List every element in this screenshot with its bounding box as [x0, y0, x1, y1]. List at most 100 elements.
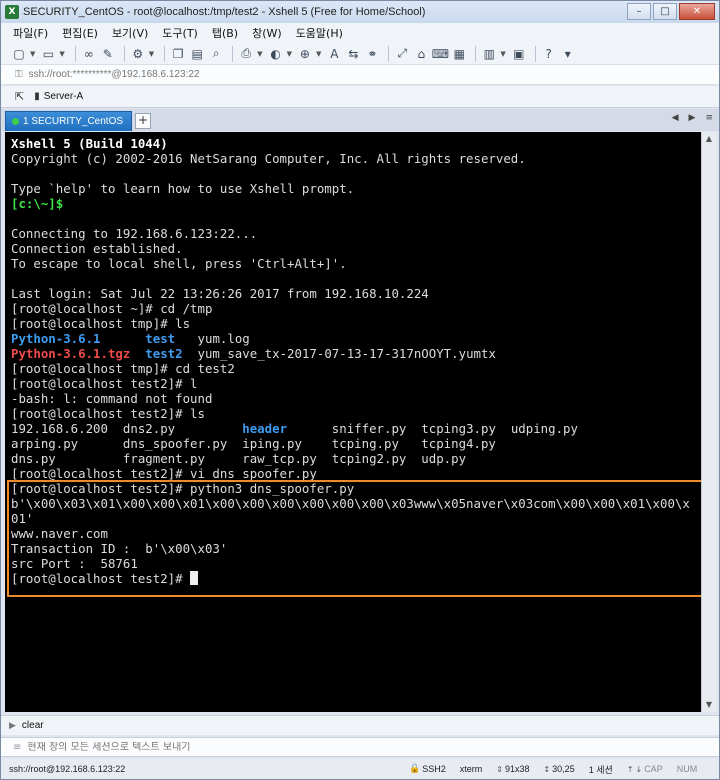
sessions-icon[interactable]: ⇱ — [15, 90, 24, 103]
tab-prev-icon[interactable]: ◀ — [672, 113, 679, 123]
xftp-icon[interactable]: ⚭ — [364, 46, 380, 62]
compose-icon[interactable]: ▦ — [451, 46, 467, 62]
terminal-line: [root@localhost test2]# ls — [11, 406, 701, 421]
terminal-scrollbar[interactable]: ▲ ▼ — [701, 132, 716, 712]
menu-edit[interactable]: 편집(E) — [62, 25, 98, 41]
paste-icon[interactable]: ▤ — [189, 46, 205, 62]
terminal-line: [c:\~]$ — [11, 196, 701, 211]
key-icon: ⚿ — [15, 69, 23, 80]
toolbar-divider — [534, 45, 536, 62]
tab-menu-icon[interactable]: ≡ — [705, 113, 713, 123]
terminal-text: Transaction ID : b'\x00\x03' — [11, 541, 228, 556]
tab-security-centos[interactable]: 1 SECURITY_CentOS — [5, 111, 133, 131]
status-sessions: 1 세션 — [588, 764, 613, 775]
menu-tools[interactable]: 도구(T) — [162, 25, 198, 41]
chevron-down-icon[interactable]: ▼ — [500, 50, 505, 58]
script-icon[interactable]: ▣ — [511, 46, 527, 62]
terminal-text: [root@localhost test2]# — [11, 571, 191, 586]
terminal-text: [root@localhost tmp]# ls — [11, 316, 191, 331]
terminal-line: Connecting to 192.168.6.123:22... — [11, 226, 701, 241]
terminal-line: To escape to local shell, press 'Ctrl+Al… — [11, 256, 701, 271]
terminal-line: [root@localhost ~]# cd /tmp — [11, 301, 701, 316]
terminal-text: -bash: l: command not found — [11, 391, 213, 406]
tab-next-icon[interactable]: ▶ — [689, 113, 696, 123]
status-protocol: SSH2 — [422, 764, 446, 774]
globe-icon[interactable]: ⊕ — [297, 46, 313, 62]
help-icon[interactable]: ? — [541, 46, 557, 62]
print-icon[interactable]: ⎙ — [238, 46, 254, 62]
layout-icon[interactable]: ▥ — [481, 46, 497, 62]
menu-window[interactable]: 창(W) — [252, 25, 282, 41]
chevron-down-icon[interactable]: ▼ — [30, 50, 35, 58]
font-icon[interactable]: A — [326, 46, 342, 62]
options-icon[interactable]: ▾ — [560, 46, 576, 62]
maximize-button[interactable]: □ — [653, 3, 677, 20]
window-title: SECURITY_CentOS - root@localhost:/tmp/te… — [23, 6, 426, 18]
bookmark-icon: ▮ — [34, 91, 40, 102]
add-tab-button[interactable]: + — [135, 113, 152, 129]
color-scheme-icon[interactable]: ◐ — [268, 46, 284, 62]
window-controls: – □ ✕ — [627, 3, 715, 20]
terminal-line: Python-3.6.1.tgz test2 yum_save_tx-2017-… — [11, 346, 701, 361]
terminal-text: To escape to local shell, press 'Ctrl+Al… — [11, 256, 347, 271]
menu-help[interactable]: 도움말(H) — [296, 25, 343, 41]
link-icon[interactable]: ∞ — [81, 46, 97, 62]
status-connection: ssh://root@192.168.6.123:22 — [9, 764, 126, 774]
quick-command-clear[interactable]: clear — [22, 720, 44, 731]
terminal-line: b'\x00\x03\x01\x00\x00\x01\x00\x00\x00\x… — [11, 496, 701, 511]
terminal-cursor — [190, 571, 199, 585]
chevron-down-icon[interactable]: ▼ — [149, 50, 154, 58]
transfer-icon[interactable]: ⇆ — [345, 46, 361, 62]
terminal-text: b'\x00\x03\x01\x00\x00\x01\x00\x00\x00\x… — [11, 496, 690, 511]
xshell-window: X SECURITY_CentOS - root@localhost:/tmp/… — [0, 0, 720, 780]
terminal-line: arping.py dns_spoofer.py iping.py tcping… — [11, 436, 701, 451]
properties-icon[interactable]: ⚙ — [130, 46, 146, 62]
terminal-text: [root@localhost test2]# ls — [11, 406, 205, 421]
copy-icon[interactable]: ❐ — [170, 46, 186, 62]
minimize-button[interactable]: – — [627, 3, 651, 20]
find-icon[interactable]: ⌕ — [208, 46, 224, 62]
scroll-down-icon[interactable]: ▼ — [702, 698, 716, 712]
toolbar-divider — [475, 45, 477, 62]
terminal-line: www.naver.com — [11, 526, 701, 541]
compose-menu-icon[interactable]: ≡ — [13, 742, 21, 753]
terminal-line: [root@localhost tmp]# cd test2 — [11, 361, 701, 376]
tab-label: 1 SECURITY_CentOS — [23, 116, 124, 127]
chevron-down-icon[interactable]: ▼ — [257, 50, 262, 58]
terminal-text: Xshell 5 (Build 1044) — [11, 136, 168, 151]
toolbar-divider — [164, 45, 166, 62]
keyboard-icon[interactable]: ⌨ — [432, 46, 449, 62]
terminal-text: [root@localhost test2]# vi dns_spoofer.p… — [11, 466, 317, 481]
chevron-down-icon[interactable]: ▼ — [287, 50, 292, 58]
terminal-line: 192.168.6.200 dns2.py header sniffer.py … — [11, 421, 701, 436]
menu-tab[interactable]: 탭(B) — [212, 25, 238, 41]
menu-view[interactable]: 보기(V) — [112, 25, 148, 41]
title-bar[interactable]: X SECURITY_CentOS - root@localhost:/tmp/… — [1, 1, 719, 23]
open-folder-icon[interactable]: ▭ — [40, 46, 56, 62]
tab-navigation: ◀ ▶ ≡ — [672, 113, 713, 123]
link-server-a[interactable]: Server-A — [44, 91, 83, 102]
lock-icon: 🔒 — [409, 764, 421, 774]
address-bar[interactable]: ⚿ ssh://root:**********@192.168.6.123:22 — [1, 65, 719, 85]
terminal-text: sniffer.py tcping3.py udping.py — [287, 421, 578, 436]
quick-command-icon[interactable]: ▶ — [9, 721, 16, 731]
new-session-icon[interactable]: ▢ — [11, 46, 27, 62]
close-button[interactable]: ✕ — [679, 3, 715, 20]
compose-input[interactable] — [27, 741, 628, 753]
terminal-text: Python-3.6.1 — [11, 331, 101, 346]
address-text[interactable]: ssh://root:**********@192.168.6.123:22 — [29, 69, 200, 80]
fullscreen-icon[interactable]: ⤢ — [394, 46, 410, 62]
disconnect-icon[interactable]: ✎ — [100, 46, 116, 62]
chevron-down-icon[interactable]: ▼ — [59, 50, 64, 58]
arrow-down-icon: ↓ — [635, 764, 643, 774]
menu-file[interactable]: 파일(F) — [13, 25, 48, 41]
chevron-down-icon[interactable]: ▼ — [316, 50, 321, 58]
lock-icon[interactable]: ⌂ — [413, 46, 429, 62]
menu-bar: 파일(F) 편집(E) 보기(V) 도구(T) 탭(B) 창(W) 도움말(H) — [1, 23, 719, 43]
terminal-output[interactable]: Xshell 5 (Build 1044) Copyright (c) 2002-… — [5, 132, 701, 712]
scroll-up-icon[interactable]: ▲ — [702, 132, 716, 146]
